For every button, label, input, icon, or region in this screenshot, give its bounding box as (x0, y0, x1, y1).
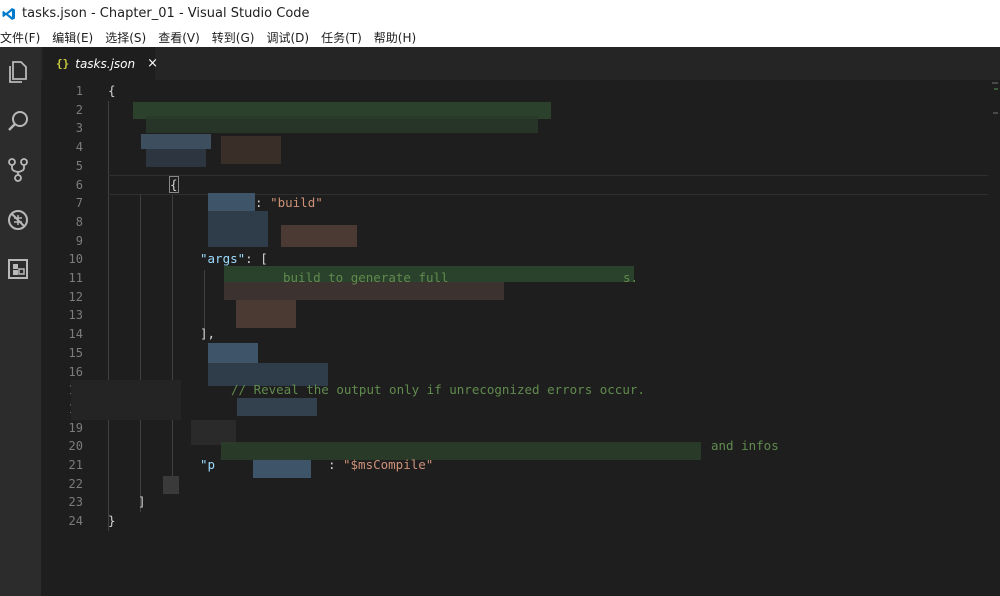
code-line-20-comment-tail: and infos (711, 438, 779, 454)
code-line-10: "args": [ (200, 250, 268, 269)
source-control-icon[interactable] (4, 156, 32, 184)
line-number: 11 (68, 271, 83, 285)
code-line-14: ], (200, 326, 216, 342)
tab-strip: {} tasks.json × (41, 47, 1000, 80)
code-line-10-key: "args" (200, 251, 246, 267)
menu-go[interactable]: 转到(G) (212, 29, 261, 46)
line-number: 7 (75, 196, 83, 211)
extensions-icon[interactable] (4, 255, 32, 283)
json-file-icon: {} (56, 57, 70, 70)
menu-selection[interactable]: 选择(S) (105, 29, 152, 46)
menu-help[interactable]: 帮助(H) (374, 29, 422, 46)
menu-bar: 文件(F) 编辑(E) 选择(S) 查看(V) 转到(G) 调试(D) 任务(T… (0, 27, 1000, 47)
obscured-region (71, 380, 181, 420)
line-number: 8 (75, 214, 83, 229)
line-number: 21 (68, 458, 83, 472)
tab-label: tasks.json (75, 56, 136, 71)
indent-guide (140, 194, 141, 512)
code-line-21-key: "p (200, 457, 216, 472)
code-line-6: { (169, 175, 179, 195)
debug-icon[interactable] (4, 206, 32, 234)
menu-debug[interactable]: 调试(D) (266, 29, 315, 46)
line-number: 19 (68, 420, 83, 435)
code-line-24: } (108, 513, 116, 529)
vscode-logo-icon (2, 7, 15, 20)
line-number: 3 (75, 121, 83, 136)
obscured-region (208, 211, 268, 247)
line-number: 22 (68, 476, 83, 491)
line-number: 23 (68, 495, 83, 510)
window-title: tasks.json - Chapter_01 - Visual Studio … (22, 6, 310, 21)
code-line-16-comment: // Reveal the output only if unrecognize… (231, 382, 645, 398)
menu-file[interactable]: 文件(F) (0, 29, 46, 46)
code-line-21-value: "$msCompile" (343, 457, 434, 472)
code-line-11-comment-tail: s. (623, 270, 639, 285)
indent-guide (108, 101, 109, 531)
line-number: 12 (68, 289, 83, 304)
obscured-region (146, 116, 538, 133)
obscured-region (208, 193, 255, 211)
line-number: 15 (68, 345, 83, 360)
line-number: 16 (68, 364, 83, 379)
line-number: 13 (68, 308, 83, 323)
obscured-region (163, 476, 179, 494)
activity-bar (0, 47, 41, 596)
line-number: 5 (75, 158, 83, 173)
obscured-region (281, 225, 357, 247)
code-line-11-comment: build to generate full (283, 270, 449, 285)
line-number: 9 (75, 233, 83, 248)
matching-bracket: { (169, 175, 179, 193)
line-number: 14 (68, 327, 83, 342)
close-icon[interactable]: × (147, 56, 158, 71)
minimap[interactable] (990, 82, 998, 122)
line-number: 10 (68, 252, 83, 267)
line-number: 4 (75, 140, 83, 155)
obscured-region (146, 149, 206, 167)
line-number: 2 (75, 102, 83, 117)
tab-tasks-json[interactable]: {} tasks.json × (43, 47, 158, 80)
editor[interactable]: 1 2 3 4 5 6 7 8 9 10 11 12 13 14 15 16 1… (41, 80, 1000, 596)
title-bar: tasks.json - Chapter_01 - Visual Studio … (0, 0, 1000, 27)
code-line-21: "p : "$msCompile" (200, 457, 434, 472)
current-line-highlight (108, 175, 988, 195)
obscured-region (221, 136, 281, 164)
code-line-10-rest: : [ (245, 251, 268, 267)
code-line-7-value: "build" (270, 195, 323, 211)
menu-tasks[interactable]: 任务(T) (321, 29, 368, 46)
menu-view[interactable]: 查看(V) (158, 29, 206, 46)
obscured-region (236, 300, 296, 328)
code-line-7: : "build" (255, 195, 323, 211)
obscured-region (237, 398, 317, 416)
explorer-icon[interactable] (4, 58, 32, 86)
code-line-23: ] (138, 494, 146, 510)
code-line-1: { (108, 83, 116, 98)
menu-edit[interactable]: 编辑(E) (52, 29, 99, 46)
line-number: 24 (68, 514, 83, 529)
obscured-region (141, 134, 211, 149)
line-number: 6 (75, 177, 83, 192)
line-number: 1 (75, 84, 83, 98)
search-icon[interactable] (4, 107, 32, 135)
line-number: 20 (68, 439, 83, 454)
indent-guide (172, 194, 173, 494)
obscured-region (208, 343, 258, 363)
